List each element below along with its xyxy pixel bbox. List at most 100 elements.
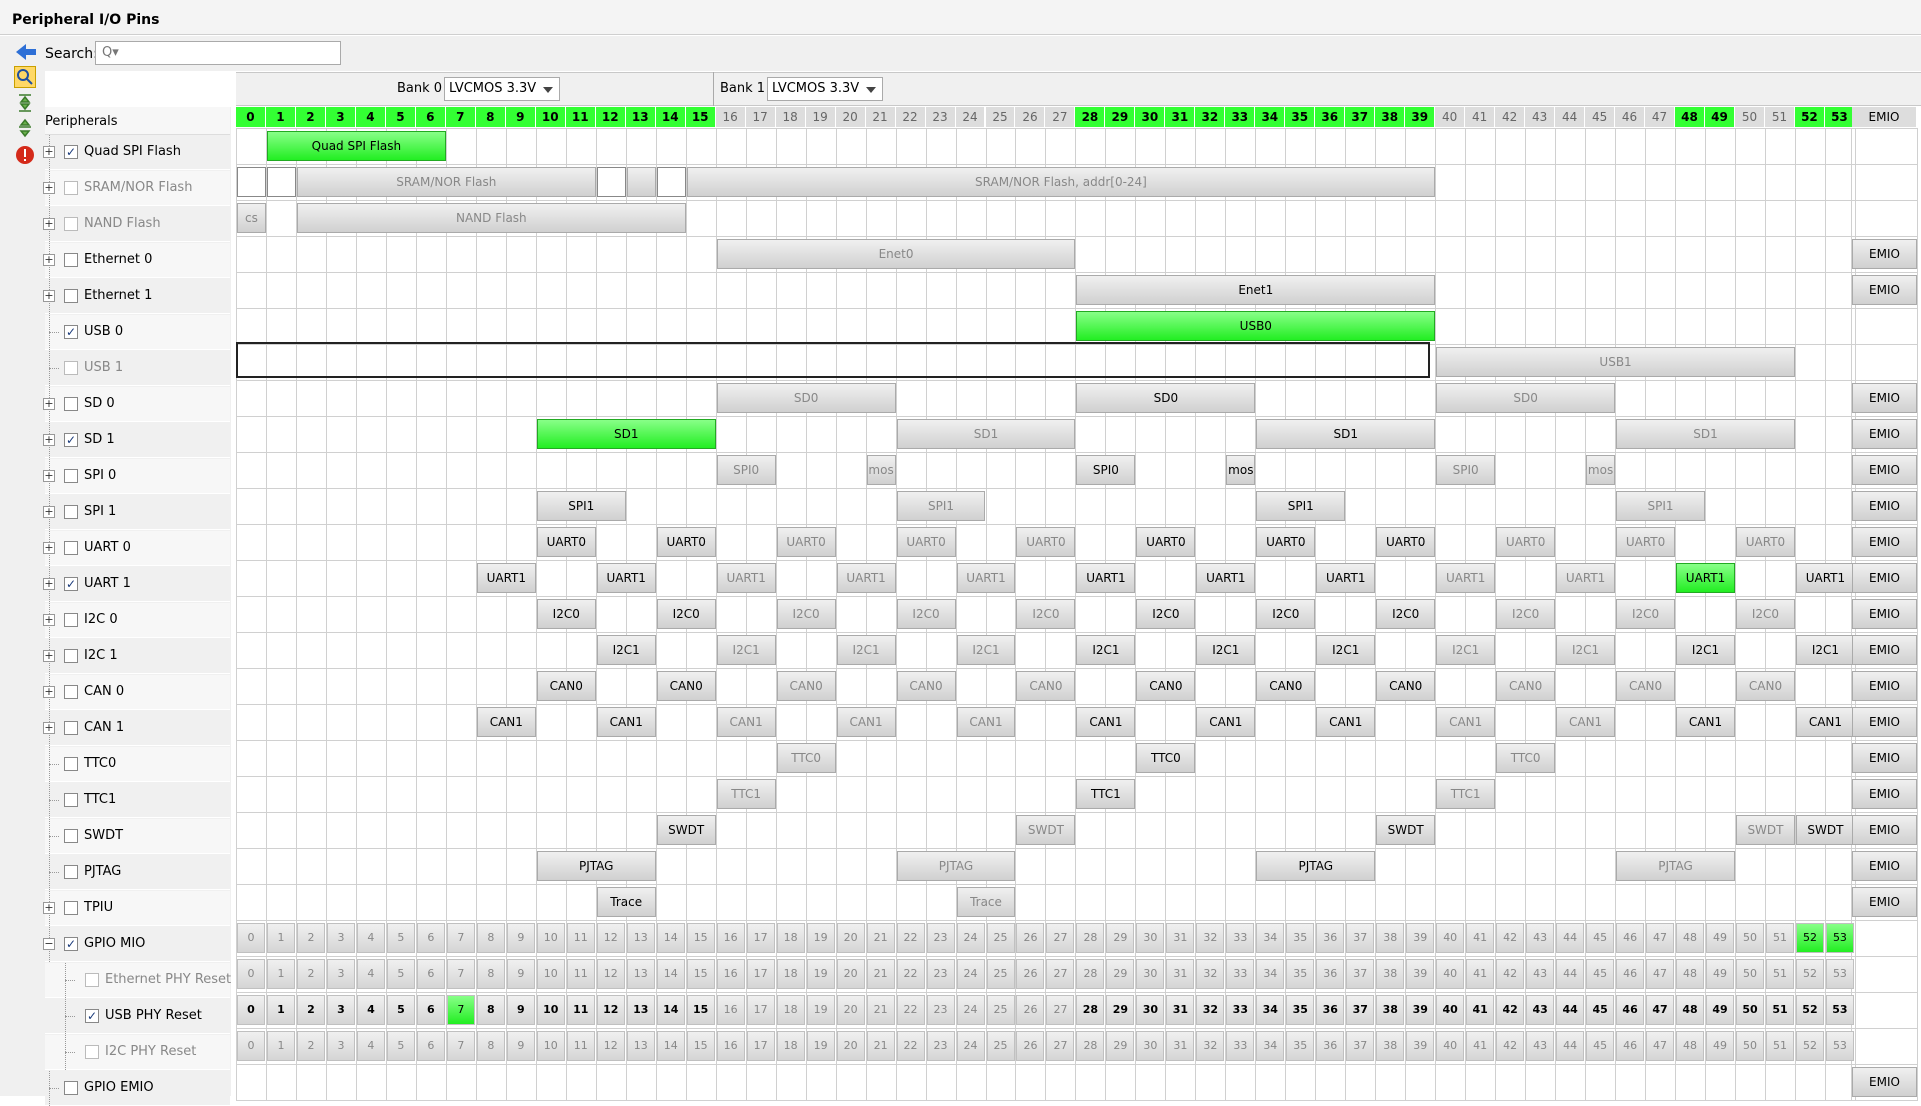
peripheral-checkbox[interactable] [64, 829, 78, 843]
peripheral-checkbox[interactable] [64, 793, 78, 807]
gpio-pin-cell[interactable]: 16 [716, 995, 745, 1025]
peripheral-row[interactable]: TTC1 [45, 783, 230, 818]
peripheral-block[interactable]: CAN1 [1436, 707, 1496, 737]
gpio-pin-cell[interactable]: 13 [626, 959, 655, 989]
peripheral-block[interactable]: I2C1 [1316, 635, 1376, 665]
gpio-pin-cell[interactable]: 52 [1795, 995, 1824, 1025]
peripheral-block[interactable]: SD1 [896, 419, 1076, 449]
peripheral-checkbox[interactable] [64, 865, 78, 879]
peripheral-block[interactable]: SD1 [536, 419, 716, 449]
gpio-pin-cell[interactable]: 26 [1016, 959, 1045, 989]
gpio-pin-cell[interactable]: 37 [1346, 1031, 1375, 1061]
gpio-pin-cell[interactable]: 10 [536, 1031, 565, 1061]
peripheral-block[interactable]: PJTAG [1256, 851, 1376, 881]
peripheral-block[interactable]: CAN0 [896, 671, 956, 701]
peripheral-block[interactable] [266, 167, 296, 197]
peripheral-block[interactable]: cs [237, 203, 266, 233]
peripheral-block[interactable]: I2C1 [1436, 635, 1496, 665]
gpio-pin-cell[interactable]: 4 [356, 995, 385, 1025]
gpio-pin-cell[interactable]: 25 [986, 1031, 1015, 1061]
gpio-pin-cell[interactable]: 8 [476, 923, 505, 953]
gpio-pin-cell[interactable]: 4 [356, 1031, 385, 1061]
peripheral-block[interactable]: Enet1 [1076, 275, 1436, 305]
gpio-pin-cell[interactable]: 45 [1586, 1031, 1615, 1061]
gpio-pin-cell[interactable]: 23 [926, 923, 955, 953]
gpio-pin-cell[interactable]: 46 [1616, 1031, 1645, 1061]
gpio-pin-cell[interactable]: 7 [446, 959, 475, 989]
peripheral-checkbox[interactable] [64, 541, 78, 555]
gpio-pin-cell[interactable]: 16 [716, 959, 745, 989]
expand-icon[interactable]: + [43, 470, 55, 482]
gpio-pin-cell[interactable]: 0 [237, 995, 265, 1025]
peripheral-row[interactable]: PJTAG [45, 855, 230, 890]
back-arrow-icon[interactable] [14, 41, 38, 63]
peripheral-block[interactable]: I2C0 [1016, 599, 1076, 629]
gpio-pin-cell[interactable]: 32 [1196, 959, 1225, 989]
emio-button[interactable]: EMIO [1852, 671, 1917, 701]
gpio-pin-cell[interactable]: 7 [446, 1031, 475, 1061]
emio-button[interactable]: EMIO [1852, 527, 1917, 557]
gpio-pin-cell[interactable]: 34 [1256, 923, 1285, 953]
gpio-pin-cell[interactable]: 39 [1406, 923, 1435, 953]
peripheral-block[interactable]: UART0 [536, 527, 596, 557]
gpio-pin-cell[interactable]: 13 [626, 995, 655, 1025]
peripheral-row[interactable]: + Ethernet 0 [43, 243, 230, 278]
gpio-pin-cell[interactable]: 34 [1256, 995, 1285, 1025]
gpio-pin-cell[interactable]: 45 [1586, 995, 1615, 1025]
gpio-pin-cell[interactable]: 20 [836, 1031, 865, 1061]
gpio-pin-cell[interactable]: 41 [1466, 959, 1495, 989]
peripheral-block[interactable]: CAN0 [1016, 671, 1076, 701]
bank0-voltage-select[interactable]: LVCMOS 3.3V [444, 77, 560, 101]
peripheral-row[interactable]: + ✓ SD 1 [43, 423, 230, 458]
expand-icon[interactable]: + [43, 650, 55, 662]
gpio-pin-cell[interactable]: 14 [656, 959, 685, 989]
gpio-pin-cell[interactable]: 46 [1616, 923, 1645, 953]
peripheral-checkbox[interactable] [64, 613, 78, 627]
gpio-pin-cell[interactable]: 24 [956, 923, 985, 953]
expand-icon[interactable]: + [43, 398, 55, 410]
peripheral-row[interactable]: + CAN 1 [43, 711, 230, 746]
gpio-pin-cell[interactable]: 25 [986, 959, 1015, 989]
peripheral-block[interactable]: SPI1 [1256, 491, 1346, 521]
peripheral-block[interactable]: CAN0 [1496, 671, 1556, 701]
gpio-pin-cell[interactable]: 21 [866, 995, 895, 1025]
peripheral-block[interactable]: CAN1 [1795, 707, 1855, 737]
gpio-pin-cell[interactable]: 0 [237, 1031, 265, 1061]
expand-icon[interactable]: + [43, 902, 55, 914]
gpio-pin-cell[interactable]: 40 [1436, 959, 1465, 989]
gpio-pin-cell[interactable]: 43 [1526, 995, 1555, 1025]
gpio-pin-cell[interactable]: 29 [1106, 995, 1135, 1025]
expand-icon[interactable]: + [43, 434, 55, 446]
peripheral-block[interactable]: I2C1 [1676, 635, 1735, 665]
gpio-pin-cell[interactable]: 40 [1436, 1031, 1465, 1061]
peripheral-block[interactable]: SRAM/NOR Flash, addr[0-24] [686, 167, 1436, 197]
gpio-pin-cell[interactable]: 34 [1256, 1031, 1285, 1061]
gpio-pin-cell[interactable]: 46 [1616, 959, 1645, 989]
gpio-pin-cell[interactable]: 27 [1046, 959, 1075, 989]
expand-icon[interactable]: + [43, 578, 55, 590]
gpio-pin-cell[interactable]: 52 [1795, 923, 1824, 953]
peripheral-block[interactable]: UART1 [836, 563, 896, 593]
gpio-pin-cell[interactable]: 37 [1346, 959, 1375, 989]
gpio-pin-cell[interactable]: 6 [416, 995, 445, 1025]
peripheral-block[interactable]: I2C1 [596, 635, 656, 665]
gpio-pin-cell[interactable]: 18 [776, 959, 805, 989]
gpio-pin-cell[interactable]: 7 [446, 995, 475, 1025]
peripheral-block[interactable]: UART0 [1016, 527, 1076, 557]
gpio-pin-cell[interactable]: 51 [1765, 923, 1794, 953]
peripheral-block[interactable] [237, 167, 266, 197]
gpio-pin-cell[interactable]: 11 [566, 923, 595, 953]
peripheral-block[interactable]: SD0 [1436, 383, 1616, 413]
peripheral-block[interactable]: TTC1 [1076, 779, 1136, 809]
gpio-pin-cell[interactable]: 49 [1706, 923, 1735, 953]
peripheral-block[interactable]: UART1 [476, 563, 536, 593]
gpio-pin-cell[interactable]: 47 [1646, 923, 1675, 953]
gpio-pin-cell[interactable]: 6 [416, 1031, 445, 1061]
peripheral-block[interactable] [626, 167, 656, 197]
peripheral-block[interactable]: UART1 [716, 563, 776, 593]
gpio-pin-cell[interactable]: 22 [896, 959, 925, 989]
gpio-pin-cell[interactable]: 38 [1376, 923, 1405, 953]
peripheral-block[interactable] [656, 167, 686, 197]
peripheral-block[interactable]: UART0 [1616, 527, 1676, 557]
peripheral-block[interactable]: I2C1 [836, 635, 896, 665]
